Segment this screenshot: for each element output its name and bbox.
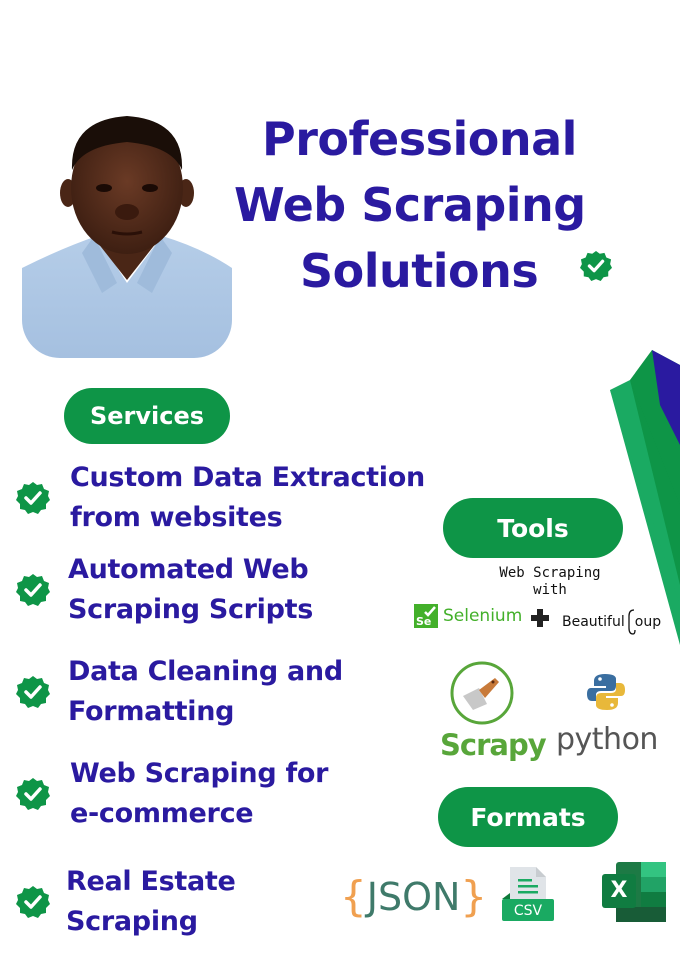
beautifulsoup-label-b: oup [634,614,662,630]
service-line-2: Scraping [66,906,198,937]
json-brace-open: { [340,872,367,921]
tools-subtitle-line-2: with [533,582,567,598]
service-item: Custom Data Extraction from websites [16,458,425,538]
scrapy-spatula-icon [450,661,514,725]
decorative-stripes [610,350,680,645]
tools-subtitle-line-1: Web Scraping [499,565,601,581]
selenium-label: Selenium [443,606,523,626]
json-label: JSON [366,874,461,919]
title-line-3: Solutions [300,244,539,298]
json-logo: { JSON } [340,872,487,921]
check-badge-icon [16,886,50,918]
python-icon [587,674,625,710]
service-line-2: e-commerce [70,798,254,829]
service-line-2: Formatting [68,696,235,727]
service-line-1: Web Scraping for [70,758,329,789]
service-line-2: from websites [70,502,283,533]
service-line-1: Custom Data Extraction [70,462,425,493]
check-badge-icon [16,574,50,606]
selenium-badge-text: Se [416,615,431,628]
tools-subtitle: Web Scraping with [470,565,630,599]
check-badge-icon [16,482,50,514]
service-item: Web Scraping for e-commerce [16,754,328,834]
formats-label: Formats [438,787,618,847]
plus-icon [531,609,549,627]
python-label: python [556,722,658,757]
profile-photo [22,108,232,358]
selenium-logo: Se Selenium [414,604,522,628]
selenium-icon: Se [414,604,438,628]
title-line-2: Web Scraping [234,178,586,232]
scrapy-logo: Scrapy [440,660,547,762]
verified-check-icon [580,250,612,282]
services-label: Services [64,388,230,444]
service-line-2: Scraping Scripts [68,594,314,625]
check-badge-icon [16,676,50,708]
beautifulsoup-logo: Beautiful oup [562,608,661,636]
service-item: Data Cleaning and Formatting [16,652,343,732]
tools-label: Tools [443,498,623,558]
beautifulsoup-label-a: Beautiful [562,614,625,630]
json-brace-close: } [460,872,488,921]
excel-label: X [610,878,628,903]
service-line-1: Real Estate [66,866,236,897]
service-item: Real Estate Scraping [16,862,236,942]
title-line-1: Professional [262,112,577,166]
service-line-1: Automated Web [68,554,309,585]
service-line-1: Data Cleaning and [68,656,343,687]
check-badge-icon [16,778,50,810]
scrapy-label: Scrapy [440,728,547,762]
excel-logo: X [602,862,666,926]
python-logo: python [556,672,658,757]
service-item: Automated Web Scraping Scripts [16,550,313,630]
csv-label: CSV [513,903,543,919]
csv-file-logo: CSV [500,865,556,927]
